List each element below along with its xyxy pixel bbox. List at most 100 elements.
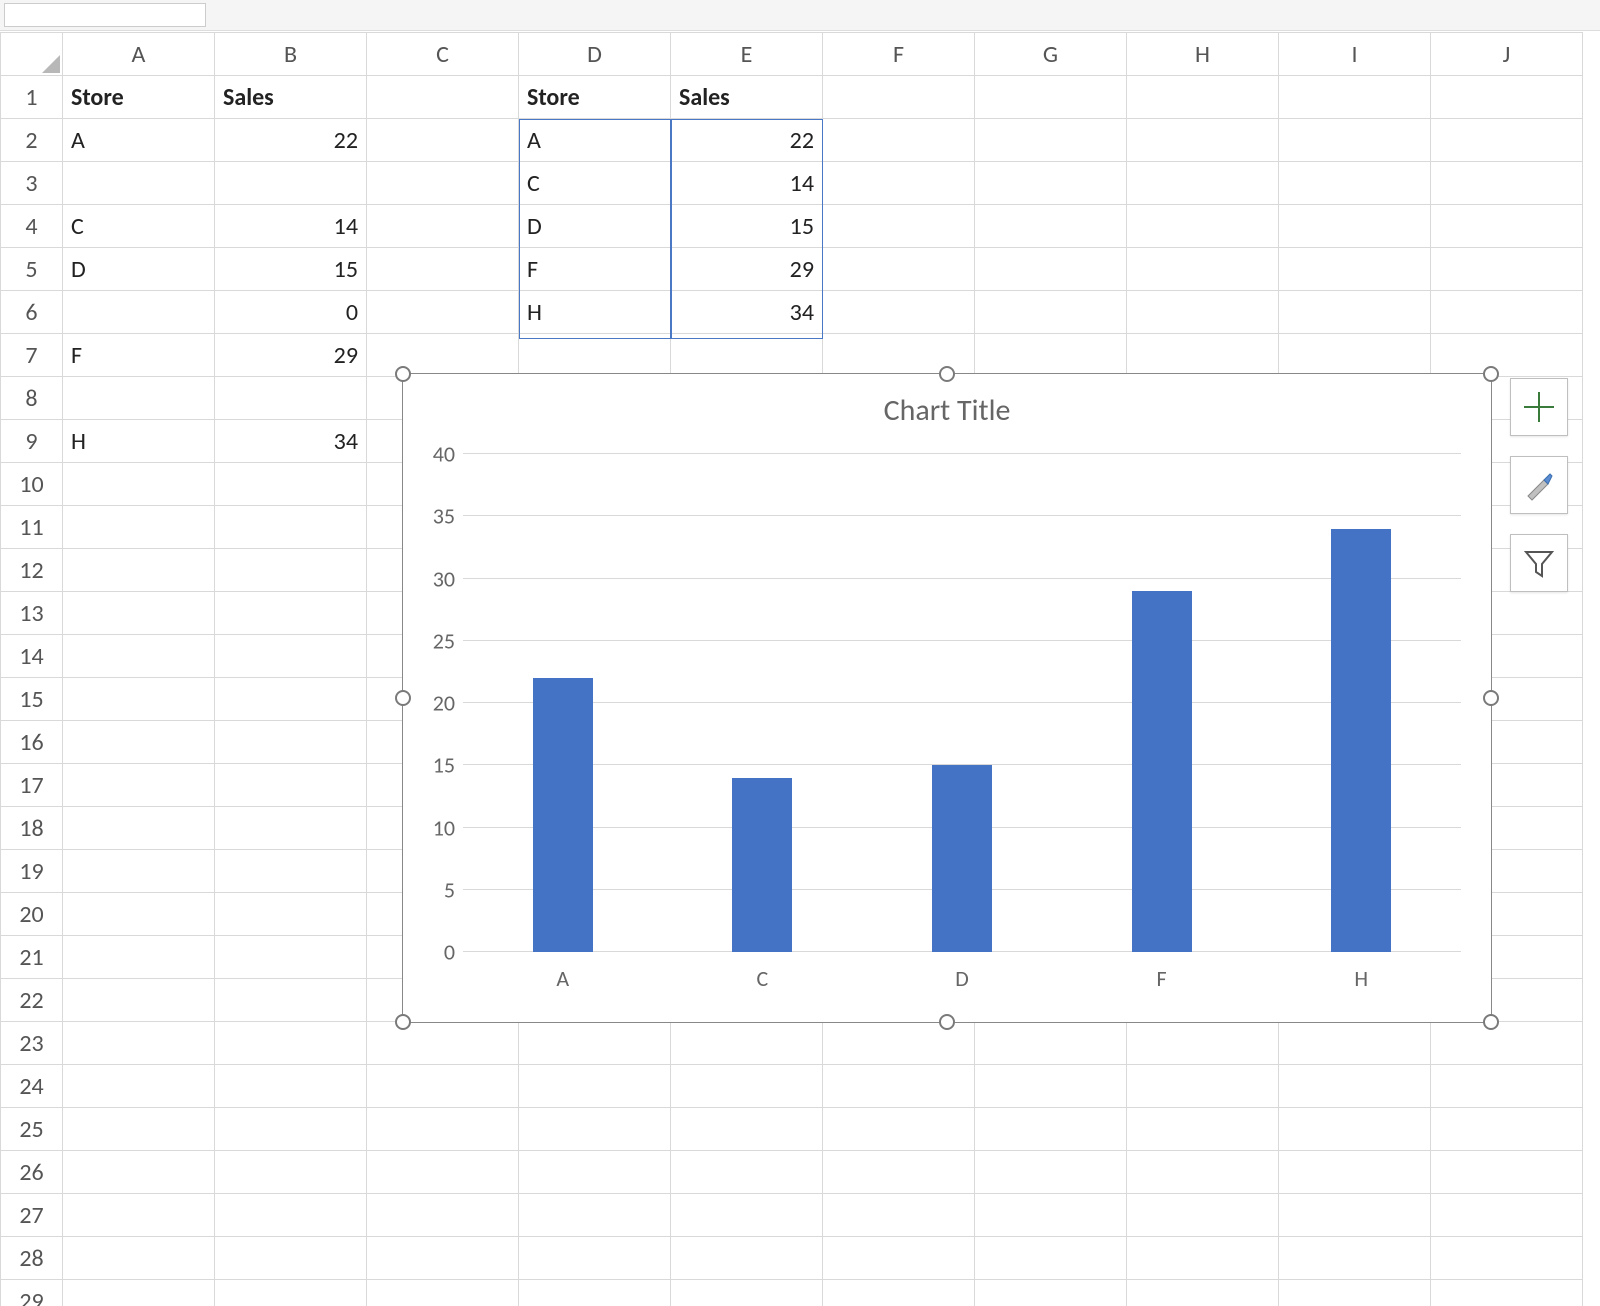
cell-B15[interactable]: [215, 678, 367, 721]
resize-handle-se[interactable]: [1483, 1014, 1499, 1030]
cell-H23[interactable]: [1127, 1022, 1279, 1065]
resize-handle-nw[interactable]: [395, 366, 411, 382]
cell-F2[interactable]: [823, 119, 975, 162]
row-header-11[interactable]: 11: [1, 506, 63, 549]
cell-B3[interactable]: [215, 162, 367, 205]
cell-G6[interactable]: [975, 291, 1127, 334]
cell-B7[interactable]: 29: [215, 334, 367, 377]
cell-F28[interactable]: [823, 1237, 975, 1280]
cell-A27[interactable]: [63, 1194, 215, 1237]
cell-D23[interactable]: [519, 1022, 671, 1065]
cell-E1[interactable]: Sales: [671, 76, 823, 119]
cell-H26[interactable]: [1127, 1151, 1279, 1194]
cell-H28[interactable]: [1127, 1237, 1279, 1280]
cell-C27[interactable]: [367, 1194, 519, 1237]
cell-G28[interactable]: [975, 1237, 1127, 1280]
bar-F[interactable]: [1132, 591, 1192, 952]
cell-D25[interactable]: [519, 1108, 671, 1151]
cell-B12[interactable]: [215, 549, 367, 592]
cell-E29[interactable]: [671, 1280, 823, 1306]
row-header-21[interactable]: 21: [1, 936, 63, 979]
cell-A17[interactable]: [63, 764, 215, 807]
cell-B10[interactable]: [215, 463, 367, 506]
cell-D27[interactable]: [519, 1194, 671, 1237]
cell-A13[interactable]: [63, 592, 215, 635]
cell-F3[interactable]: [823, 162, 975, 205]
cell-D24[interactable]: [519, 1065, 671, 1108]
cell-I26[interactable]: [1279, 1151, 1431, 1194]
row-header-1[interactable]: 1: [1, 76, 63, 119]
cell-D1[interactable]: Store: [519, 76, 671, 119]
cell-H3[interactable]: [1127, 162, 1279, 205]
row-header-29[interactable]: 29: [1, 1280, 63, 1306]
cell-A8[interactable]: [63, 377, 215, 420]
cell-D2[interactable]: A: [519, 119, 671, 162]
row-header-14[interactable]: 14: [1, 635, 63, 678]
bar-D[interactable]: [932, 765, 992, 952]
cell-B17[interactable]: [215, 764, 367, 807]
cell-E28[interactable]: [671, 1237, 823, 1280]
cell-I28[interactable]: [1279, 1237, 1431, 1280]
cell-C1[interactable]: [367, 76, 519, 119]
cell-E23[interactable]: [671, 1022, 823, 1065]
cell-G1[interactable]: [975, 76, 1127, 119]
row-header-15[interactable]: 15: [1, 678, 63, 721]
resize-handle-w[interactable]: [395, 690, 411, 706]
cell-J1[interactable]: [1431, 76, 1583, 119]
cell-F5[interactable]: [823, 248, 975, 291]
cell-I24[interactable]: [1279, 1065, 1431, 1108]
cell-A25[interactable]: [63, 1108, 215, 1151]
row-header-9[interactable]: 9: [1, 420, 63, 463]
cell-B27[interactable]: [215, 1194, 367, 1237]
cell-F25[interactable]: [823, 1108, 975, 1151]
cell-F6[interactable]: [823, 291, 975, 334]
cell-G3[interactable]: [975, 162, 1127, 205]
cell-I1[interactable]: [1279, 76, 1431, 119]
cell-B5[interactable]: 15: [215, 248, 367, 291]
cell-J23[interactable]: [1431, 1022, 1583, 1065]
cell-A9[interactable]: H: [63, 420, 215, 463]
cell-H1[interactable]: [1127, 76, 1279, 119]
chart-styles-button[interactable]: [1510, 456, 1568, 514]
embedded-chart[interactable]: Chart Title 0510152025303540 ACDFH: [402, 373, 1492, 1023]
cell-E25[interactable]: [671, 1108, 823, 1151]
cell-G24[interactable]: [975, 1065, 1127, 1108]
cell-E7[interactable]: [671, 334, 823, 377]
cell-C24[interactable]: [367, 1065, 519, 1108]
chart-filters-button[interactable]: [1510, 534, 1568, 592]
cell-C25[interactable]: [367, 1108, 519, 1151]
cell-B1[interactable]: Sales: [215, 76, 367, 119]
cell-C28[interactable]: [367, 1237, 519, 1280]
cell-H27[interactable]: [1127, 1194, 1279, 1237]
cell-A10[interactable]: [63, 463, 215, 506]
row-header-17[interactable]: 17: [1, 764, 63, 807]
cell-I5[interactable]: [1279, 248, 1431, 291]
cell-C26[interactable]: [367, 1151, 519, 1194]
column-header-C[interactable]: C: [367, 33, 519, 76]
row-header-12[interactable]: 12: [1, 549, 63, 592]
cell-H24[interactable]: [1127, 1065, 1279, 1108]
cell-H29[interactable]: [1127, 1280, 1279, 1306]
cell-A20[interactable]: [63, 893, 215, 936]
cell-A3[interactable]: [63, 162, 215, 205]
cell-J24[interactable]: [1431, 1065, 1583, 1108]
cell-J2[interactable]: [1431, 119, 1583, 162]
row-header-20[interactable]: 20: [1, 893, 63, 936]
cell-B26[interactable]: [215, 1151, 367, 1194]
cell-A22[interactable]: [63, 979, 215, 1022]
cell-E4[interactable]: 15: [671, 205, 823, 248]
cell-H2[interactable]: [1127, 119, 1279, 162]
cell-J3[interactable]: [1431, 162, 1583, 205]
cell-E2[interactable]: 22: [671, 119, 823, 162]
cell-I29[interactable]: [1279, 1280, 1431, 1306]
cell-B24[interactable]: [215, 1065, 367, 1108]
cell-C4[interactable]: [367, 205, 519, 248]
cell-E6[interactable]: 34: [671, 291, 823, 334]
row-header-10[interactable]: 10: [1, 463, 63, 506]
cell-F29[interactable]: [823, 1280, 975, 1306]
cell-B25[interactable]: [215, 1108, 367, 1151]
cell-J6[interactable]: [1431, 291, 1583, 334]
cell-I7[interactable]: [1279, 334, 1431, 377]
resize-handle-e[interactable]: [1483, 690, 1499, 706]
column-header-J[interactable]: J: [1431, 33, 1583, 76]
